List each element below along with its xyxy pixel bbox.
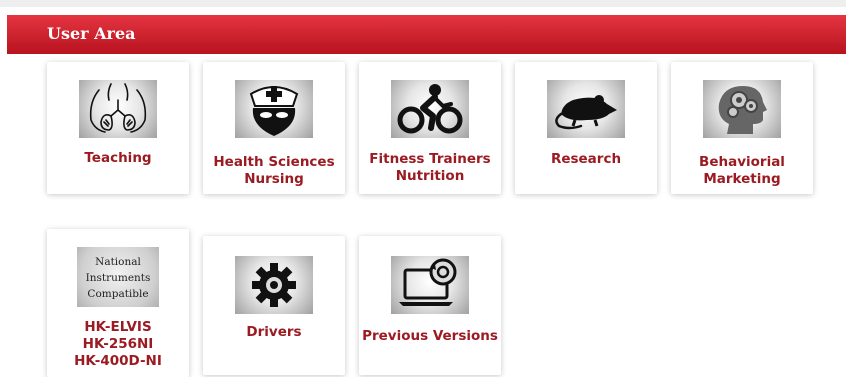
- card-label: Research: [550, 151, 622, 167]
- card-label: Drivers: [246, 324, 302, 340]
- lungs-icon: [79, 80, 157, 138]
- card-behaviorial-marketing[interactable]: Behaviorial Marketing: [671, 62, 813, 194]
- card-research[interactable]: Research: [515, 62, 657, 194]
- card-hk-elvis[interactable]: National Instruments Compatible HK-ELVIS…: [47, 229, 189, 377]
- laptop-update-icon: [391, 256, 469, 314]
- card-label: Previous Versions: [362, 328, 498, 344]
- page-title: User Area: [47, 24, 136, 43]
- rat-icon: [547, 80, 625, 138]
- card-fitness-trainers-nutrition[interactable]: Fitness Trainers Nutrition: [359, 62, 501, 194]
- user-area-header: User Area: [7, 15, 846, 54]
- card-label: HK-ELVIS HK-256NI HK-400D-NI: [74, 319, 162, 369]
- card-teaching[interactable]: Teaching: [47, 62, 189, 194]
- top-divider: [0, 0, 846, 7]
- card-label: Behaviorial Marketing: [699, 154, 785, 187]
- card-previous-versions[interactable]: Previous Versions: [359, 236, 501, 375]
- nurse-icon: [235, 80, 313, 138]
- badge-line: Instruments: [85, 272, 151, 284]
- card-health-sciences-nursing[interactable]: Health Sciences Nursing: [203, 62, 345, 194]
- national-instruments-badge: National Instruments Compatible: [77, 247, 159, 307]
- cyclist-icon: [391, 80, 469, 138]
- gear-icon: [235, 256, 313, 314]
- card-drivers[interactable]: Drivers: [203, 236, 345, 375]
- badge-line: Compatible: [87, 288, 149, 300]
- brain-gears-icon: [703, 80, 781, 138]
- badge-line: National: [95, 256, 141, 268]
- card-label: Teaching: [84, 150, 152, 166]
- card-label: Fitness Trainers Nutrition: [369, 151, 491, 184]
- card-label: Health Sciences Nursing: [213, 154, 335, 187]
